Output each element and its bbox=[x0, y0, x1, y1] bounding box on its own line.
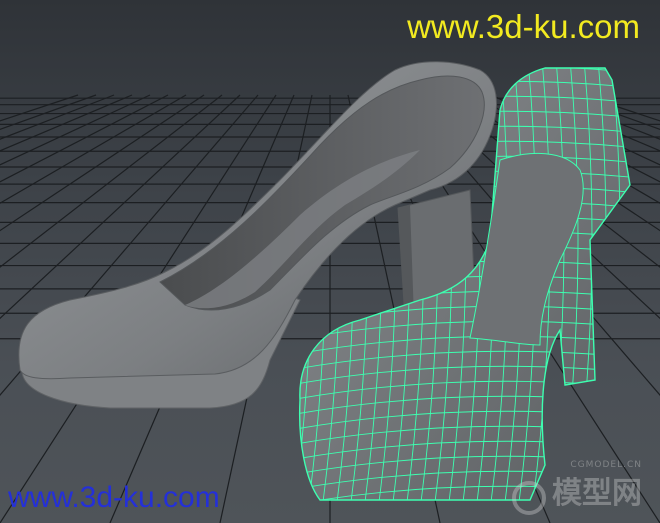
logo-big-text: 模型网 bbox=[552, 475, 642, 511]
cgmodel-logo: CGMODEL.CN 模型网 bbox=[512, 459, 642, 515]
watermark-top: www.3d-ku.com bbox=[407, 8, 640, 45]
viewport-scene bbox=[0, 61, 660, 523]
maya-viewport[interactable]: www.3d-ku.com www.3d-ku.com CGMODEL.CN 模… bbox=[0, 0, 660, 523]
logo-small-text: CGMODEL.CN bbox=[570, 459, 642, 470]
watermark-bottom: www.3d-ku.com bbox=[8, 481, 220, 514]
logo-mark-icon bbox=[512, 481, 546, 515]
